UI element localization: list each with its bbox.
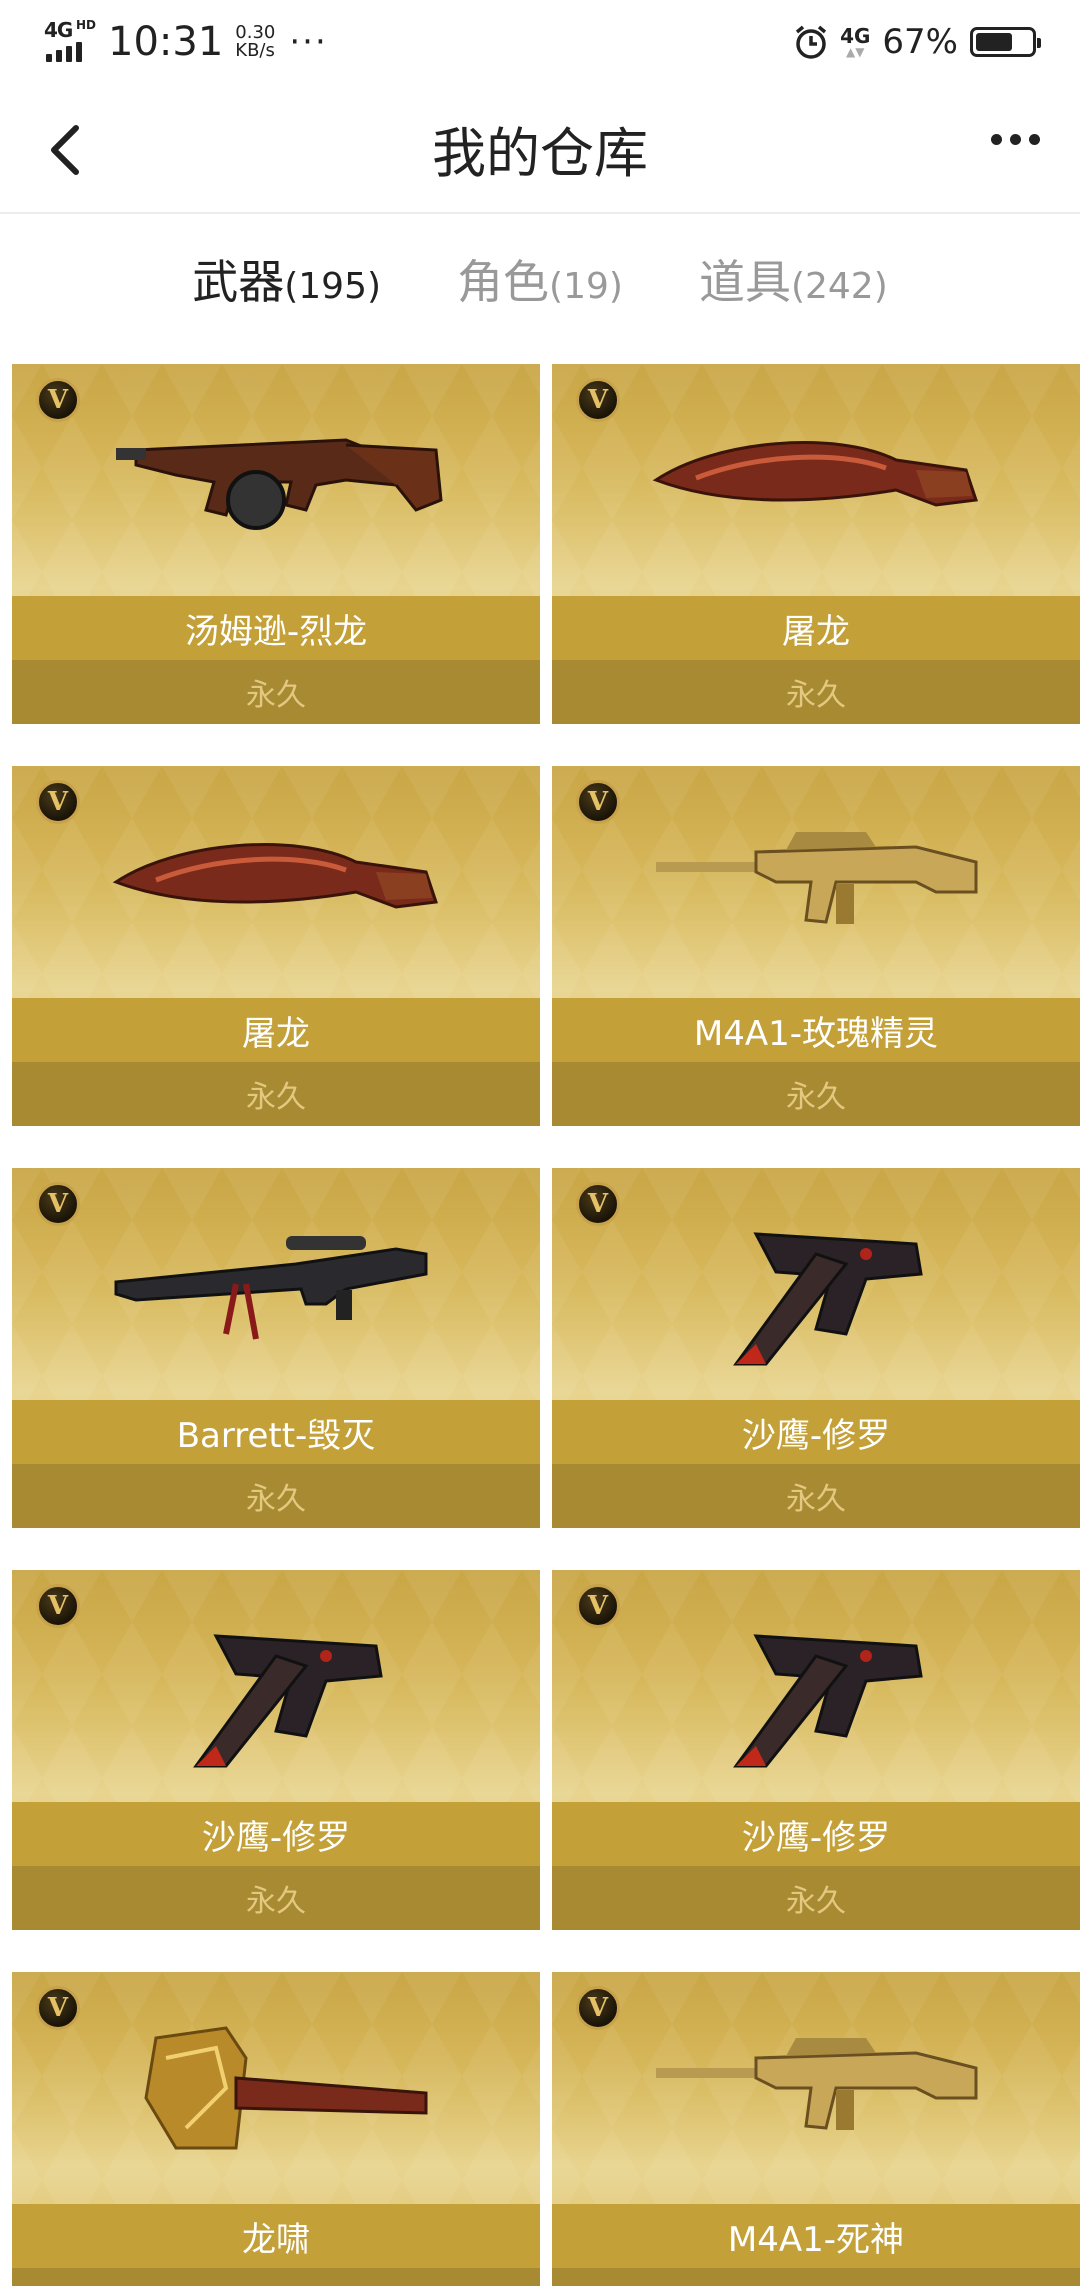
tab-label: 角色: [457, 255, 550, 309]
weapon-name: 沙鹰-修罗: [12, 1802, 540, 1866]
weapon-image: [12, 1570, 540, 1802]
battery-percent: 67%: [882, 22, 958, 62]
vip-badge-icon: V: [36, 378, 80, 422]
tab-label: 道具: [698, 255, 791, 309]
vip-badge-icon: V: [36, 780, 80, 824]
weapon-card[interactable]: V M4A1-玫瑰精灵 永久: [552, 766, 1080, 1126]
more-dot-icon: [1029, 134, 1040, 145]
network-4g-label: 4G: [840, 24, 871, 48]
tab-items[interactable]: 道具 (242): [699, 246, 888, 312]
weapon-duration: 永久: [12, 1464, 540, 1528]
kukri-knife-icon: [112, 843, 439, 909]
weapon-image: [552, 1168, 1080, 1400]
axe-icon: [144, 2026, 428, 2150]
network-type: 4G: [44, 18, 73, 42]
weapon-name: 汤姆逊-烈龙: [12, 596, 540, 660]
weapon-name: 沙鹰-修罗: [552, 1400, 1080, 1464]
vip-badge-icon: V: [576, 1584, 620, 1628]
weapon-duration: 永久: [552, 1866, 1080, 1930]
data-arrows-icon: ▲▼: [846, 45, 865, 59]
weapon-card[interactable]: V 沙鹰-修罗 永久: [12, 1570, 540, 1930]
more-notifications-icon: ···: [289, 22, 328, 62]
weapon-name: M4A1-玫瑰精灵: [552, 998, 1080, 1062]
weapon-duration: 永久: [12, 1062, 540, 1126]
back-button[interactable]: [40, 122, 90, 178]
weapon-image: [12, 1972, 540, 2204]
vip-badge-icon: V: [36, 1986, 80, 2030]
weapon-name: M4A1-死神: [552, 2204, 1080, 2268]
pistol-icon: [733, 1232, 923, 1366]
tommy-gun-icon: [116, 438, 443, 530]
vip-badge-icon: V: [36, 1182, 80, 1226]
weapon-card[interactable]: V 龙啸: [12, 1972, 540, 2286]
vip-badge-icon: V: [576, 780, 620, 824]
network-speed: 0.30 KB/s: [235, 24, 275, 60]
assault-rifle-icon: [656, 2038, 978, 2130]
weapon-name: 沙鹰-修罗: [552, 1802, 1080, 1866]
weapon-duration: 永久: [552, 1062, 1080, 1126]
weapon-duration: 永久: [12, 1866, 540, 1930]
tab-count: (19): [549, 266, 623, 307]
battery-icon: [970, 27, 1041, 57]
more-dot-icon: [991, 134, 1002, 145]
speed-unit: KB/s: [235, 40, 275, 61]
battery-fill: [976, 33, 1013, 51]
tab-characters[interactable]: 角色 (19): [457, 246, 623, 312]
network-hd-label: HD: [76, 18, 97, 32]
weapon-image: [552, 766, 1080, 998]
weapon-image: [552, 1972, 1080, 2204]
page-title: 我的仓库: [432, 121, 648, 185]
weapon-card[interactable]: V 汤姆逊-烈龙 永久: [12, 364, 540, 724]
weapon-duration: [12, 2268, 540, 2286]
weapon-duration: 永久: [552, 1464, 1080, 1528]
back-arrow-icon: [51, 125, 79, 175]
tab-label: 武器: [192, 255, 285, 309]
weapon-name: 屠龙: [552, 596, 1080, 660]
tab-weapons[interactable]: 武器 (195): [192, 246, 381, 312]
weapon-name: 屠龙: [12, 998, 540, 1062]
weapon-card[interactable]: V 屠龙 永久: [552, 364, 1080, 724]
weapon-name: Barrett-毁灭: [12, 1400, 540, 1464]
weapon-image: [552, 1570, 1080, 1802]
sniper-rifle-icon: [114, 1236, 428, 1340]
pistol-icon: [733, 1634, 923, 1768]
vip-badge-icon: V: [576, 378, 620, 422]
assault-rifle-icon: [656, 832, 978, 924]
weapon-duration: 永久: [12, 660, 540, 724]
weapon-name: 龙啸: [12, 2204, 540, 2268]
category-tabs: 武器 (195) 角色 (19) 道具 (242): [0, 216, 1080, 342]
weapon-card[interactable]: V 沙鹰-修罗 永久: [552, 1168, 1080, 1528]
weapon-card[interactable]: V 屠龙 永久: [12, 766, 540, 1126]
vip-badge-icon: V: [576, 1986, 620, 2030]
weapon-duration: 永久: [552, 660, 1080, 724]
weapon-image: [12, 766, 540, 998]
weapon-card[interactable]: V Barrett-毁灭 永久: [12, 1168, 540, 1528]
weapon-image: [12, 1168, 540, 1400]
more-options-button[interactable]: [983, 134, 1040, 145]
weapon-grid: V 汤姆逊-烈龙 永久 V 屠龙 永久 V 屠龙 永久 V M4A1-玫瑰精灵 永久 V Barrett-…: [12, 364, 1080, 2286]
pistol-icon: [193, 1634, 383, 1768]
more-dot-icon: [1010, 134, 1021, 145]
weapon-card[interactable]: V 沙鹰-修罗 永久: [552, 1570, 1080, 1930]
tab-count: (195): [284, 266, 382, 307]
weapon-image: [12, 364, 540, 596]
clock: 10:31: [108, 19, 224, 65]
signal-icon: 4G HD: [44, 18, 98, 64]
tab-count: (242): [790, 266, 888, 307]
vip-badge-icon: V: [36, 1584, 80, 1628]
weapon-duration: [552, 2268, 1080, 2286]
app-header: 我的仓库: [0, 84, 1080, 214]
weapon-card[interactable]: V M4A1-死神: [552, 1972, 1080, 2286]
status-bar: 4G HD 10:31 0.30 KB/s ··· 4G ▲▼ 67%: [0, 0, 1080, 84]
network-4g-indicator: 4G ▲▼: [840, 26, 870, 58]
vip-badge-icon: V: [576, 1182, 620, 1226]
alarm-icon: [795, 25, 827, 59]
weapon-image: [552, 364, 1080, 596]
kukri-knife-icon: [652, 441, 979, 507]
